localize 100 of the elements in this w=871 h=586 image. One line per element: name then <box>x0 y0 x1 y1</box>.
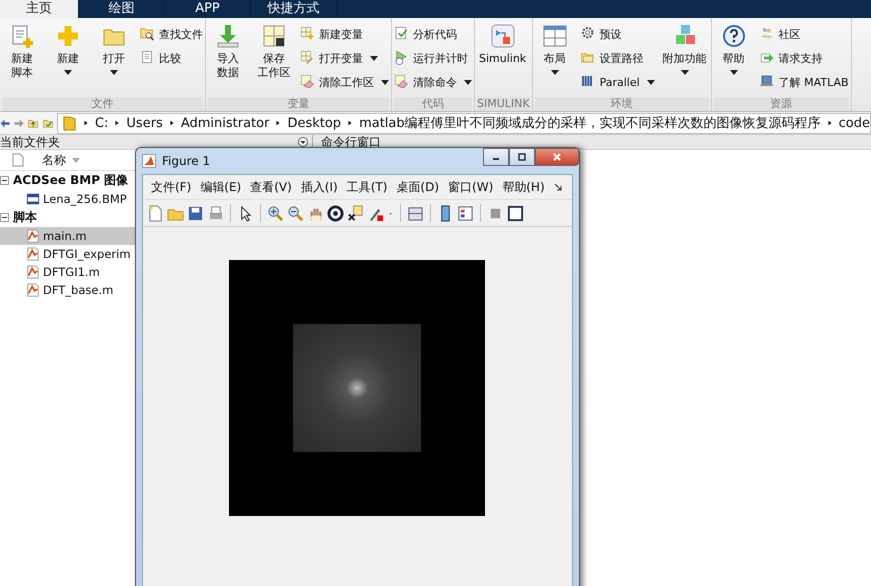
group-label: 文件 <box>2 97 203 111</box>
grid-plus-icon <box>300 26 316 42</box>
menu-item[interactable]: 工具(T) <box>346 178 388 196</box>
help-icon <box>722 24 746 48</box>
ribbon-button[interactable]: 保存 工作区 <box>254 24 294 97</box>
ribbon-button[interactable]: 清除工作区 <box>300 72 389 92</box>
window-title: Figure 1 <box>162 154 210 168</box>
ribbon-button[interactable]: 布局 <box>534 24 575 97</box>
path-segment[interactable]: code <box>838 116 870 130</box>
folder-icon <box>62 116 77 130</box>
caret-icon <box>550 70 559 75</box>
eraser-icon <box>300 74 316 90</box>
ribbon-button[interactable]: 分析代码 <box>394 24 472 44</box>
ribbon-button[interactable]: 了解 MATLAB <box>760 72 849 92</box>
separator-arrow-icon <box>275 119 282 127</box>
ribbon-button[interactable]: 请求支持 <box>760 48 849 68</box>
legend-icon[interactable] <box>457 204 474 222</box>
separator-arrow-icon <box>168 119 175 127</box>
caret-icon <box>680 70 689 75</box>
panel-title: 当前文件夹 <box>0 135 60 149</box>
menu-item[interactable]: 桌面(D) <box>396 178 440 196</box>
zoom-in-icon[interactable] <box>267 204 284 222</box>
file-item[interactable]: main.m <box>0 227 135 245</box>
ribbon-button[interactable]: 新建 <box>48 24 88 97</box>
minimize-button[interactable] <box>483 148 509 166</box>
frame-icon[interactable] <box>507 204 524 222</box>
menu-item[interactable]: 插入(I) <box>300 178 338 196</box>
script-file-icon <box>26 229 40 243</box>
address-field[interactable]: C: Users Administrator Desktop matlab编程傅里叶不同频域成分的采样，实现不同采样次数的图像恢复源码程序 code <box>56 112 871 134</box>
group-label: SIMULINK <box>477 97 530 111</box>
close-button[interactable] <box>535 148 579 166</box>
ribbon-button[interactable]: 打开 <box>94 24 134 97</box>
path-segment[interactable]: Users <box>126 116 163 130</box>
menu-item[interactable]: 编辑(E) <box>200 178 242 196</box>
caret-icon <box>110 70 118 75</box>
file-item[interactable]: DFTGI1.m <box>0 263 135 281</box>
caret-icon <box>730 70 738 75</box>
group-label: 资源 <box>714 97 849 111</box>
separator-arrow-icon <box>82 119 89 127</box>
menu-item[interactable]: 窗口(W) <box>448 178 494 196</box>
printer-icon[interactable] <box>207 204 224 222</box>
app-logo-icon <box>142 154 156 168</box>
maximize-icon <box>517 152 527 162</box>
ribbon-button[interactable]: 导入 数据 <box>208 24 248 97</box>
maximize-button[interactable] <box>509 148 535 166</box>
group-label: 代码 <box>394 97 472 111</box>
caret-icon <box>370 56 378 60</box>
script-file-icon <box>26 247 40 261</box>
close-icon <box>552 152 562 162</box>
menu-item[interactable]: 查看(V) <box>250 178 292 196</box>
link-icon[interactable] <box>407 204 424 222</box>
separator-arrow-icon <box>114 119 120 127</box>
ribbon-button[interactable]: 预设 <box>580 24 655 44</box>
overflow-arrow-icon[interactable] <box>554 183 562 191</box>
ribbon-button[interactable]: 帮助 <box>714 24 754 97</box>
collapse-icon[interactable] <box>0 176 9 185</box>
group-label: 环境 <box>534 97 709 111</box>
new-script-icon <box>10 24 34 48</box>
ribbon-button[interactable]: 查找文件 <box>140 24 203 44</box>
ribbon-button[interactable]: 社区 <box>760 24 849 44</box>
separator-arrow-icon <box>826 119 833 127</box>
ribbon-button[interactable]: 打开变量 <box>300 48 389 68</box>
group-label: 变量 <box>208 97 389 111</box>
caret-icon <box>464 80 472 84</box>
zoom-out-icon[interactable] <box>287 204 304 222</box>
caret-icon <box>64 70 72 75</box>
file-item[interactable]: DFT_base.m <box>0 281 135 299</box>
caret-icon <box>646 80 655 84</box>
path-segment[interactable]: matlab编程傅里叶不同频域成分的采样，实现不同采样次数的图像恢复源码程序 <box>359 114 821 132</box>
file-item[interactable]: Lena_256.BMP <box>0 190 135 208</box>
column-header[interactable]: 名称 <box>42 152 66 168</box>
sort-caret-icon <box>72 158 80 162</box>
dropdown-icon[interactable] <box>298 137 308 147</box>
grid-icon <box>262 24 286 48</box>
ribbon-button[interactable]: 比较 <box>140 48 203 68</box>
path-segment[interactable]: C: <box>94 116 108 130</box>
ribbon-button[interactable]: 设置路径 <box>580 48 655 68</box>
ribbon-button[interactable]: 新建变量 <box>300 24 389 44</box>
ribbon-button[interactable]: Simulink <box>477 24 528 97</box>
new-file-icon[interactable] <box>147 204 164 222</box>
file-item[interactable]: DFTGI_experim <box>0 245 135 263</box>
ribbon-button[interactable]: 新建 脚本 <box>2 24 42 97</box>
menu-item[interactable]: 文件(F) <box>151 178 192 196</box>
menu-item[interactable]: 帮助(H) <box>502 178 545 196</box>
script-file-icon <box>26 265 40 279</box>
separator-arrow-icon <box>347 119 354 127</box>
group-header: 脚本 <box>13 209 37 226</box>
ribbon-button[interactable]: 运行并计时 <box>394 48 472 68</box>
caret-icon <box>381 80 389 84</box>
ribbon-button[interactable]: Parallel <box>580 72 655 92</box>
eraser-icon <box>394 74 410 90</box>
ribbon-button[interactable]: 清除命令 <box>394 72 472 92</box>
download-arrow-icon <box>216 24 240 48</box>
path-segment[interactable]: Desktop <box>287 116 342 130</box>
ribbon-button[interactable]: 附加功能 <box>660 24 709 97</box>
path-segment[interactable]: Administrator <box>180 116 270 130</box>
collapse-icon[interactable] <box>0 213 9 222</box>
ribbon-tab[interactable]: 主页 <box>0 0 79 18</box>
file-icon <box>12 153 24 167</box>
save-icon[interactable] <box>187 204 204 222</box>
